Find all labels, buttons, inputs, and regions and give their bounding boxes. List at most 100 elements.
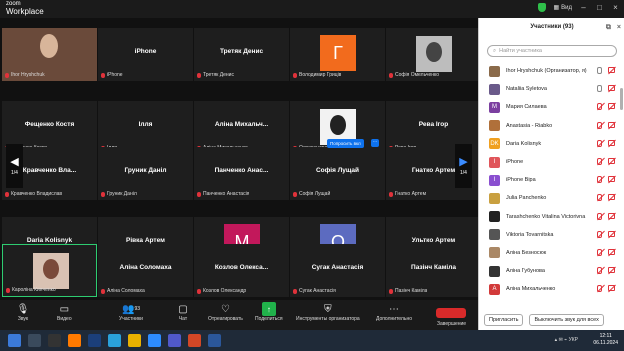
- teams-icon[interactable]: [168, 334, 181, 347]
- mic-off-icon[interactable]: [597, 194, 602, 202]
- camera-off-icon[interactable]: [608, 157, 615, 164]
- video-tile[interactable]: Кароліна Кияченко: [2, 244, 97, 297]
- popout-icon[interactable]: ⧉: [606, 24, 611, 32]
- mic-off-icon[interactable]: [597, 176, 602, 184]
- video-tile[interactable]: Третяк Денис Третяк Денис: [194, 28, 289, 81]
- close-panel-icon[interactable]: ×: [617, 24, 621, 32]
- camera-off-icon[interactable]: [608, 85, 615, 92]
- zoom-taskbar-icon[interactable]: [148, 334, 161, 347]
- audio-button[interactable]: 🎙 Звук: [16, 302, 30, 323]
- camera-off-icon[interactable]: [608, 285, 615, 292]
- mic-off-icon[interactable]: [597, 212, 602, 220]
- participant-row[interactable]: Anastasia - Riabko: [479, 117, 624, 135]
- camera-off-icon[interactable]: [608, 103, 615, 110]
- ask-to-unmute-button[interactable]: Попросить вкл: [327, 139, 364, 148]
- participant-row[interactable]: A Аліна Михальченко: [479, 280, 624, 298]
- video-tile[interactable]: Груник Даніл Груник Даніл: [98, 147, 193, 200]
- camera-off-icon[interactable]: [608, 67, 615, 73]
- avatar: [489, 229, 500, 241]
- word-icon[interactable]: [208, 334, 221, 347]
- share-button[interactable]: ↑ Поделиться: [255, 302, 283, 322]
- camera-off-icon[interactable]: [608, 139, 615, 146]
- mic-off-icon[interactable]: [597, 267, 602, 275]
- chrome-icon[interactable]: [128, 334, 141, 347]
- video-button[interactable]: ▭ Видео: [57, 302, 72, 323]
- video-tile[interactable]: Аліна Соломаха Аліна Соломаха: [98, 244, 193, 297]
- participant-row[interactable]: M Мария Силаева: [479, 98, 624, 116]
- illustrator-icon[interactable]: [68, 334, 81, 347]
- video-tile[interactable]: Панченко Анас... Панченко Анастасія: [194, 147, 289, 200]
- photoshop-icon[interactable]: [88, 334, 101, 347]
- participant-row[interactable]: Ihor Hryshchuk (Организатор, я): [479, 62, 624, 80]
- windows-start-icon[interactable]: [8, 334, 21, 347]
- camera-off-icon[interactable]: [608, 121, 615, 128]
- participants-button[interactable]: 👥 93 Участники: [119, 302, 143, 323]
- search-taskbar-icon[interactable]: [28, 334, 41, 347]
- camera-off-icon[interactable]: [608, 194, 615, 201]
- mute-all-button[interactable]: Выключить звук для всех: [529, 314, 604, 326]
- mic-icon[interactable]: [597, 85, 602, 93]
- mic-off-icon[interactable]: [597, 121, 602, 129]
- panel-scrollbar[interactable]: [620, 88, 623, 110]
- clock[interactable]: 12:11 06.11.2024: [593, 333, 618, 347]
- tile-label-text: Софія Омельченко: [395, 72, 440, 78]
- camera-off-icon[interactable]: [608, 248, 615, 255]
- more-button[interactable]: ⋯ Дополнительно: [376, 302, 412, 323]
- participant-row[interactable]: Viktoria Tovarnitska: [479, 226, 624, 244]
- video-tile[interactable]: Пазінч Каміла Пазінч Каміла: [386, 244, 481, 297]
- participant-name: Viktoria Tovarnitska: [506, 231, 554, 238]
- mic-off-icon[interactable]: [597, 248, 602, 256]
- prev-page-button[interactable]: ◀ 1/4: [6, 144, 23, 188]
- search-input[interactable]: ⌕ Найти участника: [487, 45, 617, 57]
- host-tools-button[interactable]: ⛨ Инструменты организатора: [296, 302, 360, 323]
- mic-icon[interactable]: [597, 67, 602, 74]
- tile-more-button[interactable]: ⋯: [371, 139, 379, 147]
- powerpoint-icon[interactable]: [188, 334, 201, 347]
- participant-row[interactable]: Аліна Губунова: [479, 262, 624, 280]
- tile-label: Панченко Анастасія: [197, 191, 249, 197]
- video-tile[interactable]: iPhone iPhone: [98, 28, 193, 81]
- tray-icons[interactable]: ▴ ✉ ⌁ УКР: [555, 337, 578, 343]
- end-button[interactable]: [436, 308, 466, 318]
- participant-row[interactable]: DK Daria Kolisnyk: [479, 135, 624, 153]
- tile-name: Аліна Соломаха: [119, 264, 172, 271]
- participant-row[interactable]: Julia Panchenko: [479, 189, 624, 207]
- tile-name: Рівка Артем: [126, 237, 165, 244]
- mic-off-icon: [293, 288, 297, 294]
- participant-row[interactable]: IiPhone Віра: [479, 171, 624, 189]
- participant-row[interactable]: IiPhone: [479, 153, 624, 171]
- camera-off-icon[interactable]: [608, 267, 615, 274]
- video-tile[interactable]: Козлов Олекса... Козлов Олександр: [194, 244, 289, 297]
- close-icon[interactable]: ×: [611, 3, 620, 12]
- mic-off-icon[interactable]: [597, 157, 602, 165]
- view-button[interactable]: ▦ Вид: [553, 4, 572, 12]
- chat-button[interactable]: ▢ Чат: [176, 302, 190, 323]
- mic-off-icon[interactable]: [597, 103, 602, 111]
- participant-row[interactable]: Tarashchenko Vitalina Victorivna: [479, 208, 624, 226]
- camera-off-icon[interactable]: [608, 176, 615, 183]
- minimize-icon[interactable]: –: [579, 3, 588, 12]
- camera-off-icon[interactable]: [608, 212, 615, 219]
- video-tile[interactable]: Софія Омельченко: [386, 28, 481, 81]
- shield-icon[interactable]: [538, 3, 547, 12]
- video-tile[interactable]: Г Володимир Гриців: [290, 28, 385, 81]
- tile-label: Пазінч Каміла: [389, 288, 427, 294]
- tile-name: Груник Даніл: [124, 167, 167, 174]
- app-icon[interactable]: [48, 334, 61, 347]
- tile-label-text: Кравченко Владислав: [11, 191, 63, 197]
- mic-off-icon[interactable]: [597, 285, 602, 293]
- video-tile[interactable]: Ihor Hryshchuk: [2, 28, 97, 81]
- react-button[interactable]: ♡ Отреагировать: [208, 302, 243, 323]
- telegram-icon[interactable]: [108, 334, 121, 347]
- video-tile[interactable]: Софія Лущай Софія Лущай: [290, 147, 385, 200]
- participant-row[interactable]: Nataliia Syletova: [479, 80, 624, 98]
- participant-row[interactable]: Аліна Безносюк: [479, 244, 624, 262]
- mic-off-icon[interactable]: [597, 139, 602, 147]
- maximize-icon[interactable]: □: [595, 3, 604, 12]
- mic-off-icon[interactable]: [597, 230, 602, 238]
- next-page-button[interactable]: ▶ 1/4: [455, 144, 472, 188]
- invite-button[interactable]: Пригласить: [484, 314, 524, 326]
- camera-off-icon[interactable]: [608, 230, 615, 237]
- share-icon: ↑: [261, 302, 276, 316]
- video-tile[interactable]: Сугак Анастасія Сугак Анастасія: [290, 244, 385, 297]
